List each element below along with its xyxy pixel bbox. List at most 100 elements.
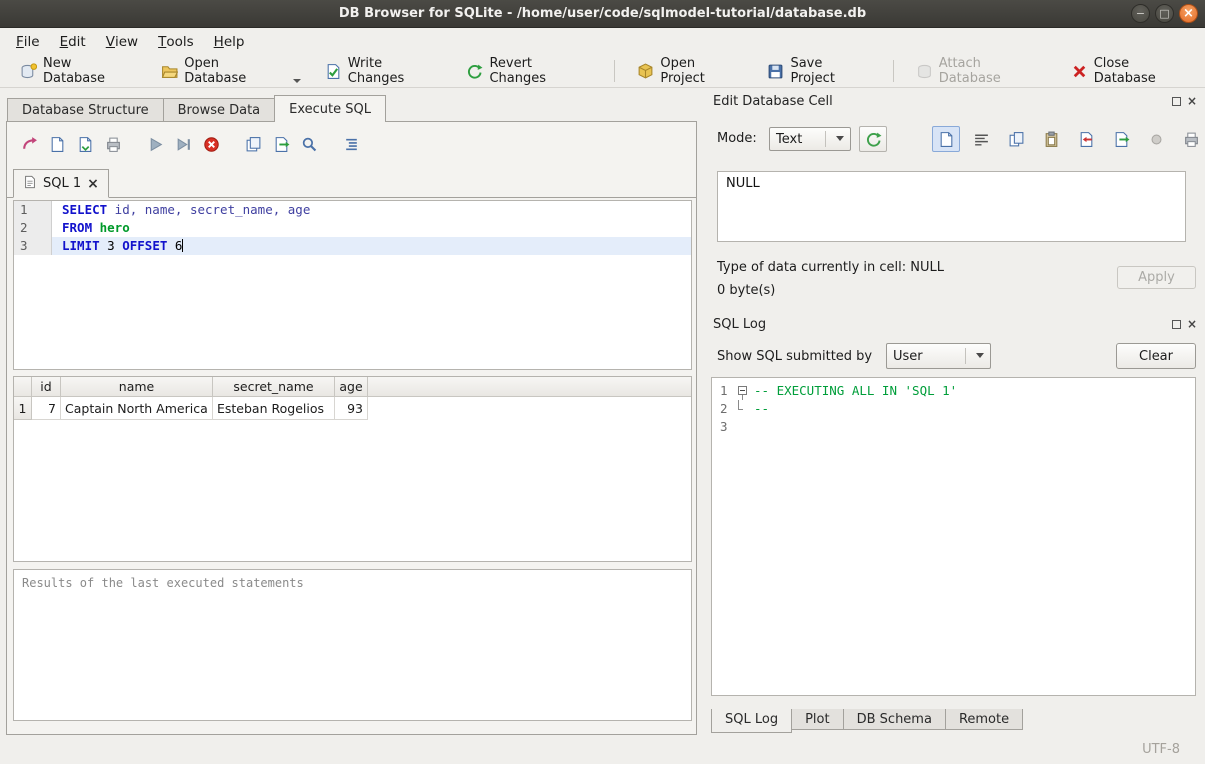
column-header-filler xyxy=(368,377,691,397)
open-project-button[interactable]: Open Project xyxy=(627,52,753,90)
main-toolbar: New Database Open Database Write Changes… xyxy=(0,55,1205,88)
save-project-button[interactable]: Save Project xyxy=(757,52,880,90)
print-icon[interactable] xyxy=(99,131,127,157)
column-header-id[interactable]: id xyxy=(32,377,61,397)
sql-tab[interactable]: SQL 1 × xyxy=(13,169,109,198)
print-cell-icon[interactable] xyxy=(1177,126,1205,152)
paste-cell-icon[interactable] xyxy=(1037,126,1065,152)
clear-log-button[interactable]: Clear xyxy=(1116,343,1196,369)
open-sql-file-icon[interactable] xyxy=(15,131,43,157)
line-number: 1 xyxy=(712,382,734,400)
open-project-icon xyxy=(637,63,654,80)
open-database-button[interactable]: Open Database xyxy=(151,52,311,90)
table-corner xyxy=(14,377,32,397)
sql-log-view[interactable]: 1 -- EXECUTING ALL IN 'SQL 1' 2 -- 3 xyxy=(711,377,1196,696)
text-document-icon[interactable] xyxy=(932,126,960,152)
dock-tab-db-schema[interactable]: DB Schema xyxy=(843,709,946,730)
tab-database-structure[interactable]: Database Structure xyxy=(7,98,164,122)
menu-bar: File Edit View Tools Help xyxy=(0,28,1205,55)
titlebar[interactable]: DB Browser for SQLite - /home/user/code/… xyxy=(0,0,1205,28)
new-database-button[interactable]: New Database xyxy=(10,52,147,90)
dock-float-icon[interactable] xyxy=(1172,320,1181,329)
auto-switch-mode-icon[interactable] xyxy=(859,126,887,152)
open-query-tab-icon[interactable] xyxy=(239,131,267,157)
log-line: 2 -- xyxy=(712,400,1195,418)
edit-cell-toolbar xyxy=(932,126,1205,152)
cell-type-info: Type of data currently in cell: NULL xyxy=(717,260,944,275)
tab-browse-data[interactable]: Browse Data xyxy=(163,98,276,122)
stop-icon[interactable] xyxy=(197,131,225,157)
execute-line-icon[interactable] xyxy=(169,131,197,157)
sql-editor-line: 2 FROM hero xyxy=(14,219,691,237)
sql-tab-bar: SQL 1 × xyxy=(7,168,696,198)
import-file-icon[interactable] xyxy=(1072,126,1100,152)
results-message-text: Results of the last executed statements xyxy=(22,576,304,590)
write-changes-icon xyxy=(325,63,342,80)
dock-tab-sql-log[interactable]: SQL Log xyxy=(711,709,792,733)
log-filter-combobox[interactable]: User xyxy=(886,343,991,369)
menu-view[interactable]: View xyxy=(96,28,148,55)
toolbar-separator xyxy=(893,60,894,82)
format-sql-icon[interactable] xyxy=(337,131,365,157)
sql-editor-line: 1 SELECT id, name, secret_name, age xyxy=(14,201,691,219)
cell-id[interactable]: 7 xyxy=(32,397,61,420)
export-results-icon[interactable] xyxy=(267,131,295,157)
menu-file[interactable]: File xyxy=(6,28,50,55)
mode-label: Mode: xyxy=(717,131,757,146)
column-header-name[interactable]: name xyxy=(61,377,213,397)
log-line: 3 xyxy=(712,418,1195,436)
menu-edit[interactable]: Edit xyxy=(50,28,96,55)
copy-cell-icon[interactable] xyxy=(1002,126,1030,152)
mode-combobox[interactable]: Text xyxy=(769,127,851,151)
cell-name[interactable]: Captain North America xyxy=(61,397,213,420)
cell-age[interactable]: 93 xyxy=(335,397,368,420)
log-text: -- xyxy=(750,400,769,418)
open-database-icon xyxy=(161,63,178,80)
dock-close-icon[interactable]: × xyxy=(1187,318,1197,330)
line-number: 2 xyxy=(14,219,52,237)
execute-sql-toolbar xyxy=(15,130,365,158)
maximize-button[interactable]: □ xyxy=(1155,4,1174,23)
find-replace-icon[interactable] xyxy=(295,131,323,157)
column-header-age[interactable]: age xyxy=(335,377,368,397)
cell-secret-name[interactable]: Esteban Rogelios xyxy=(213,397,335,420)
close-button[interactable]: × xyxy=(1179,4,1198,23)
cell-editor[interactable]: NULL xyxy=(717,171,1186,242)
save-sql-file-icon[interactable] xyxy=(43,131,71,157)
table-row[interactable]: 1 7 Captain North America Esteban Rogeli… xyxy=(14,397,691,420)
chevron-down-icon xyxy=(976,353,984,358)
execute-all-icon[interactable] xyxy=(141,131,169,157)
close-database-button[interactable]: Close Database xyxy=(1061,52,1205,90)
dock-tab-remote[interactable]: Remote xyxy=(945,709,1023,730)
open-database-dropdown-arrow[interactable] xyxy=(293,79,301,83)
results-message-area: Results of the last executed statements xyxy=(13,569,692,721)
menu-tools[interactable]: Tools xyxy=(148,28,204,55)
revert-changes-button[interactable]: Revert Changes xyxy=(456,52,602,90)
log-filter-label: Show SQL submitted by xyxy=(717,349,872,364)
log-text xyxy=(750,418,754,436)
attach-database-button: Attach Database xyxy=(906,52,1057,90)
sql-editor[interactable]: 1 SELECT id, name, secret_name, age 2 FR… xyxy=(13,200,692,370)
dock-close-icon[interactable]: × xyxy=(1187,95,1197,107)
sql-tab-close-icon[interactable]: × xyxy=(87,177,99,191)
minimize-button[interactable]: − xyxy=(1131,4,1150,23)
sql-tab-label: SQL 1 xyxy=(43,176,81,191)
log-line: 1 -- EXECUTING ALL IN 'SQL 1' xyxy=(712,382,1195,400)
edit-cell-title: Edit Database Cell xyxy=(711,94,833,109)
cell-editor-content: NULL xyxy=(726,176,760,191)
save-project-icon xyxy=(767,63,784,80)
menu-help[interactable]: Help xyxy=(204,28,255,55)
column-header-secret-name[interactable]: secret_name xyxy=(213,377,335,397)
tab-execute-sql[interactable]: Execute SQL xyxy=(274,95,386,122)
write-changes-button[interactable]: Write Changes xyxy=(315,52,453,90)
fold-marker-icon[interactable] xyxy=(738,386,747,395)
close-database-icon xyxy=(1071,63,1088,80)
dock-float-icon[interactable] xyxy=(1172,97,1181,106)
save-sql-file-as-icon[interactable] xyxy=(71,131,99,157)
dock-tab-plot[interactable]: Plot xyxy=(791,709,844,730)
set-null-icon[interactable] xyxy=(1142,126,1170,152)
export-file-icon[interactable] xyxy=(1107,126,1135,152)
line-number: 1 xyxy=(14,201,52,219)
word-wrap-icon[interactable] xyxy=(967,126,995,152)
encoding-indicator: UTF-8 xyxy=(1142,742,1180,757)
